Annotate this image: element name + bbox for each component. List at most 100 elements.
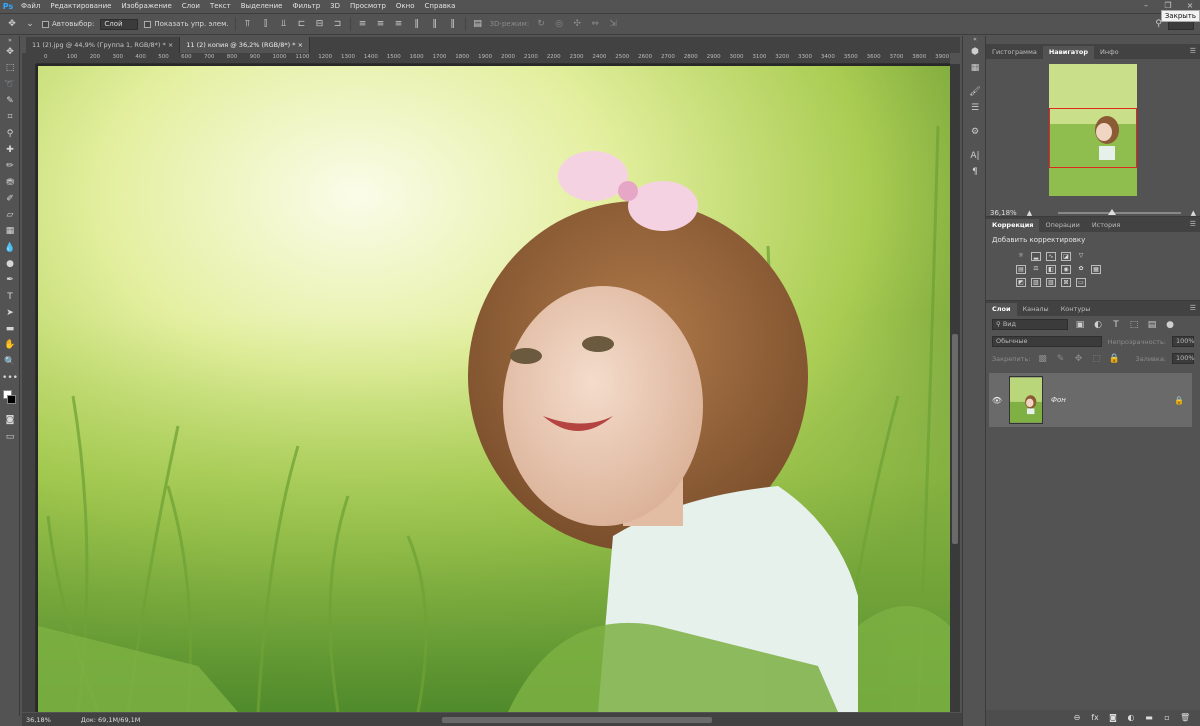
history-brush-tool-icon[interactable]: ✐ bbox=[0, 191, 20, 207]
3d-scale-icon[interactable]: ⇲ bbox=[607, 18, 619, 30]
brush-panel-icon[interactable]: 🖌 bbox=[963, 84, 987, 100]
character-panel-icon[interactable]: A| bbox=[963, 148, 987, 164]
new-group-icon[interactable]: ▬ bbox=[1144, 713, 1154, 723]
tab-history[interactable]: История bbox=[1086, 219, 1126, 232]
exposure-icon[interactable]: ◪ bbox=[1061, 252, 1071, 261]
lock-pixels-icon[interactable]: ✎ bbox=[1054, 353, 1066, 365]
hand-tool-icon[interactable]: ✋ bbox=[0, 337, 20, 353]
shape-tool-icon[interactable]: ▬ bbox=[0, 321, 20, 337]
tab-actions[interactable]: Операции bbox=[1039, 219, 1085, 232]
tab-paths[interactable]: Контуры bbox=[1055, 303, 1097, 316]
menu-help[interactable]: Справка bbox=[420, 2, 461, 10]
menu-file[interactable]: Файл bbox=[16, 2, 45, 10]
lock-artboard-icon[interactable]: ⬚ bbox=[1090, 353, 1102, 365]
vertical-scroll-thumb[interactable] bbox=[952, 334, 958, 544]
vibrance-icon[interactable]: ▽ bbox=[1076, 252, 1086, 261]
threshold-icon[interactable]: ▧ bbox=[1046, 278, 1056, 287]
background-color-swatch[interactable] bbox=[7, 395, 16, 405]
lock-transparency-icon[interactable]: ▩ bbox=[1036, 353, 1048, 365]
color-balance-icon[interactable]: ⚖ bbox=[1031, 265, 1041, 274]
panel-menu-icon[interactable]: ☰ bbox=[1190, 220, 1196, 228]
gradient-map-icon[interactable]: ▭ bbox=[1076, 278, 1086, 287]
opacity-input[interactable]: 100% bbox=[1172, 336, 1195, 347]
column-collapse-icon[interactable]: « bbox=[963, 36, 987, 44]
zoom-tool-icon[interactable]: 🔍 bbox=[0, 354, 20, 370]
black-white-icon[interactable]: ◧ bbox=[1046, 265, 1056, 274]
blur-tool-icon[interactable]: 💧 bbox=[0, 240, 20, 256]
paragraph-panel-icon[interactable]: ¶ bbox=[963, 164, 987, 180]
tab-document-2[interactable]: 11 (2) копия @ 36,2% (RGB/8*) * × bbox=[180, 37, 311, 53]
zoom-slider[interactable] bbox=[1058, 209, 1181, 215]
navigator-thumbnail[interactable] bbox=[1049, 64, 1137, 196]
filter-type-icon[interactable]: T bbox=[1110, 319, 1122, 331]
marquee-tool-icon[interactable]: ⬚ bbox=[0, 60, 20, 76]
menu-edit[interactable]: Редактирование bbox=[45, 2, 116, 10]
distribute-bottom-icon[interactable]: ≡ bbox=[393, 18, 405, 30]
layer-filter-select[interactable]: ⚲ Вид bbox=[992, 319, 1068, 330]
delete-layer-icon[interactable]: 🗑 bbox=[1180, 713, 1190, 723]
menu-view[interactable]: Просмотр bbox=[345, 2, 391, 10]
layer-item-background[interactable]: 👁 Фон 🔒 bbox=[989, 373, 1192, 427]
distribute-hcenter-icon[interactable]: ‖ bbox=[429, 18, 441, 30]
filter-shape-icon[interactable]: ⬚ bbox=[1128, 319, 1140, 331]
new-adjustment-icon[interactable]: ◐ bbox=[1126, 713, 1136, 723]
autoselect-checkbox[interactable] bbox=[42, 20, 49, 28]
quick-select-tool-icon[interactable]: ✎ bbox=[0, 93, 20, 109]
status-doc-size[interactable]: Док: 69,1M/69,1M bbox=[81, 716, 141, 724]
horizontal-scroll-thumb[interactable] bbox=[442, 717, 712, 723]
lock-position-icon[interactable]: ✥ bbox=[1072, 353, 1084, 365]
menu-filter[interactable]: Фильтр bbox=[287, 2, 325, 10]
tab-layers[interactable]: Слои bbox=[986, 303, 1017, 316]
blend-mode-select[interactable]: Обычные bbox=[992, 336, 1102, 347]
curves-icon[interactable]: ∿ bbox=[1046, 252, 1056, 261]
type-tool-icon[interactable]: T bbox=[0, 288, 20, 304]
photo-filter-icon[interactable]: ◉ bbox=[1061, 265, 1071, 274]
autoselect-toggle[interactable]: Автовыбор: bbox=[42, 20, 94, 28]
photo-canvas[interactable] bbox=[38, 66, 950, 712]
align-right-icon[interactable]: ⊐ bbox=[332, 18, 344, 30]
filter-smart-object-icon[interactable]: ▤ bbox=[1146, 319, 1158, 331]
properties-panel-icon[interactable]: ☰ bbox=[963, 100, 987, 116]
eye-icon[interactable]: 👁 bbox=[989, 396, 1005, 405]
pen-tool-icon[interactable]: ✒ bbox=[0, 272, 20, 288]
show-controls-toggle[interactable]: Показать упр. элем. bbox=[144, 20, 229, 28]
distribute-top-icon[interactable]: ≡ bbox=[357, 18, 369, 30]
tool-presets-icon[interactable]: ⚙ bbox=[963, 124, 987, 140]
filter-pixel-icon[interactable]: ▣ bbox=[1074, 319, 1086, 331]
color-lookup-icon[interactable]: ▦ bbox=[1091, 265, 1101, 274]
align-hcenter-icon[interactable]: ⊟ bbox=[314, 18, 326, 30]
healing-brush-tool-icon[interactable]: ✚ bbox=[0, 142, 20, 158]
3d-panel-icon[interactable]: ⬢ bbox=[963, 44, 987, 60]
lock-all-icon[interactable]: 🔒 bbox=[1108, 353, 1120, 365]
distribute-right-icon[interactable]: ‖ bbox=[447, 18, 459, 30]
align-left-icon[interactable]: ⊏ bbox=[296, 18, 308, 30]
swatches-panel-icon[interactable]: ▦ bbox=[963, 60, 987, 76]
new-layer-icon[interactable]: ▫ bbox=[1162, 713, 1172, 723]
3d-pan-icon[interactable]: ✣ bbox=[571, 18, 583, 30]
tool-preset-chevron-icon[interactable]: ⌄ bbox=[24, 18, 36, 30]
3d-roll-icon[interactable]: ◎ bbox=[553, 18, 565, 30]
show-controls-checkbox[interactable] bbox=[144, 20, 152, 28]
menu-type[interactable]: Текст bbox=[205, 2, 236, 10]
menu-image[interactable]: Изображение bbox=[116, 2, 176, 10]
lasso-tool-icon[interactable]: ➰ bbox=[0, 77, 20, 93]
path-select-tool-icon[interactable]: ➤ bbox=[0, 305, 20, 321]
invert-icon[interactable]: ◩ bbox=[1016, 278, 1026, 287]
tab-close-icon[interactable]: × bbox=[298, 41, 303, 49]
brush-tool-icon[interactable]: ✏ bbox=[0, 158, 20, 174]
filter-toggle-icon[interactable]: ● bbox=[1164, 319, 1176, 331]
auto-align-icon[interactable]: ▤ bbox=[472, 18, 484, 30]
distribute-left-icon[interactable]: ‖ bbox=[411, 18, 423, 30]
crop-tool-icon[interactable]: ⌗ bbox=[0, 109, 20, 125]
tab-close-icon[interactable]: × bbox=[168, 41, 173, 49]
filter-adjustment-icon[interactable]: ◐ bbox=[1092, 319, 1104, 331]
layer-style-icon[interactable]: fx bbox=[1090, 713, 1100, 723]
tab-info[interactable]: Инфо bbox=[1094, 46, 1125, 59]
menu-window[interactable]: Окно bbox=[391, 2, 420, 10]
tab-adjustments[interactable]: Коррекция bbox=[986, 219, 1040, 232]
autoselect-dropdown[interactable]: Слой bbox=[100, 18, 139, 30]
minimize-icon[interactable]: – bbox=[1140, 1, 1152, 11]
dodge-tool-icon[interactable]: ● bbox=[0, 256, 20, 272]
tab-navigator[interactable]: Навигатор bbox=[1042, 46, 1095, 59]
panel-menu-icon[interactable]: ☰ bbox=[1190, 47, 1196, 55]
